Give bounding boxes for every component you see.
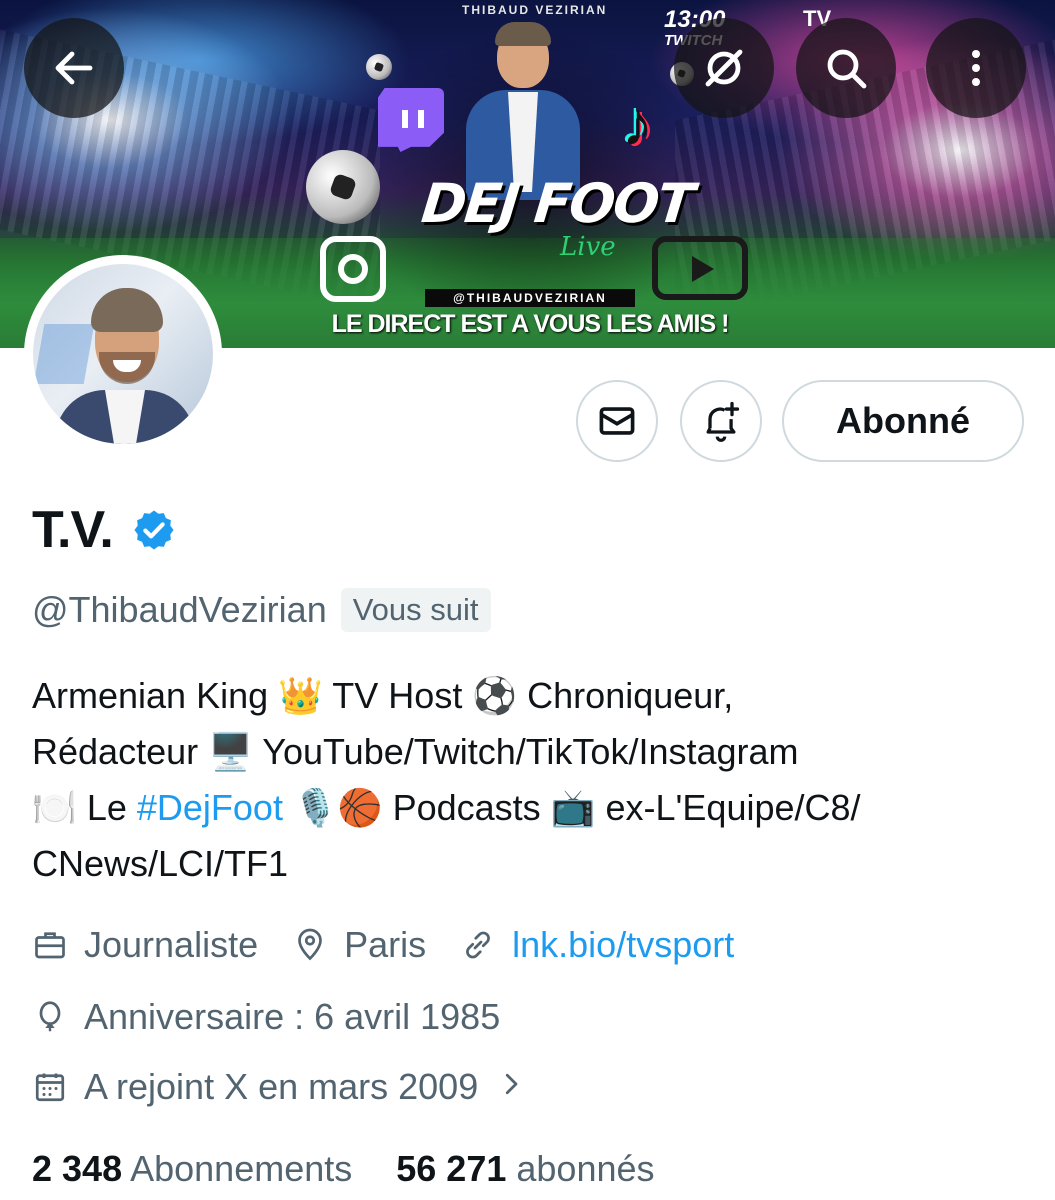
profile-meta-row: Journaliste Paris lnk.bio/tvsport: [32, 924, 768, 966]
user-handle: @ThibaudVezirian: [32, 589, 327, 630]
search-button[interactable]: [796, 18, 896, 118]
follows-you-badge: Vous suit: [340, 588, 491, 632]
banner-tagline: LE DIRECT EST A VOUS LES AMIS !: [331, 310, 730, 338]
banner-handle: @THIBAUDVEZIRIAN: [425, 289, 635, 307]
football-icon: [306, 150, 380, 224]
bio-line: Armenian King 👑 TV Host ⚽ Chroniqueur,: [32, 675, 734, 716]
website[interactable]: lnk.bio/tvsport: [460, 924, 734, 966]
chevron-right-icon: [478, 1066, 526, 1108]
search-icon: [827, 49, 867, 89]
joined-row[interactable]: A rejoint X en mars 2009: [32, 1066, 560, 1108]
grok-icon: [705, 49, 743, 87]
banner-title: DEJ FOOT: [418, 172, 696, 235]
following-count: 2 348: [32, 1148, 123, 1189]
following-stat[interactable]: 2 348 Abonnements: [32, 1148, 352, 1190]
calendar-icon: [35, 1073, 65, 1102]
instagram-icon: [320, 236, 386, 302]
football-icon: [366, 54, 392, 80]
bell-plus-icon: [706, 401, 740, 442]
link-icon: [466, 931, 491, 959]
avatar-photo: [33, 264, 213, 444]
following-label: Abonnements: [130, 1148, 353, 1189]
arrow-left-icon: [55, 51, 93, 85]
youtube-icon: [652, 236, 748, 300]
location: Paris: [292, 924, 426, 966]
twitch-icon: [378, 88, 444, 152]
joined-label: A rejoint X en mars 2009: [84, 1066, 479, 1107]
handle-row: @ThibaudVezirian Vous suit: [32, 588, 491, 632]
joined-date[interactable]: A rejoint X en mars 2009: [32, 1066, 526, 1108]
grok-button[interactable]: [674, 18, 774, 118]
bio-text: 🎙️🏀 Podcasts 📺 ex-L'Equipe/C8/: [282, 787, 861, 828]
birthday-label: Anniversaire : 6 avril 1985: [84, 996, 501, 1037]
birthday-row: Anniversaire : 6 avril 1985: [32, 996, 534, 1038]
more-vertical-icon: [972, 50, 980, 86]
banner-top-name: THIBAUD VEZIRIAN: [462, 3, 608, 17]
banner-host-photo: [462, 20, 582, 200]
notifications-button[interactable]: [680, 380, 762, 462]
balloon-icon: [39, 1001, 61, 1032]
location-pin-icon: [298, 928, 322, 961]
display-name-row: T.V.: [32, 500, 177, 560]
bio-text: 🍽️ Le: [32, 787, 137, 828]
display-name: T.V.: [32, 501, 114, 559]
tiktok-icon: ♪: [622, 90, 653, 159]
website-link[interactable]: lnk.bio/tvsport: [512, 924, 734, 966]
followers-count: 56 271: [396, 1148, 507, 1189]
bio: Armenian King 👑 TV Host ⚽ Chroniqueur, R…: [32, 668, 1032, 892]
banner-title-script: Live: [560, 232, 616, 262]
message-button[interactable]: [576, 380, 658, 462]
followers-label: abonnés: [516, 1148, 655, 1189]
location-label: Paris: [344, 924, 427, 965]
avatar[interactable]: [24, 255, 222, 453]
briefcase-icon: [35, 932, 65, 959]
profession-label: Journaliste: [84, 924, 259, 965]
bio-line: CNews/LCI/TF1: [32, 843, 289, 884]
back-button[interactable]: [24, 18, 124, 118]
followers-stat[interactable]: 56 271 abonnés: [396, 1148, 654, 1190]
bio-line: Rédacteur 🖥️ YouTube/Twitch/TikTok/Insta…: [32, 731, 799, 772]
more-options-button[interactable]: [926, 18, 1026, 118]
follow-stats: 2 348 Abonnements 56 271 abonnés: [32, 1148, 655, 1190]
following-button[interactable]: Abonné: [782, 380, 1024, 462]
birthday: Anniversaire : 6 avril 1985: [32, 996, 500, 1038]
profession: Journaliste: [32, 924, 258, 966]
bio-line: 🍽️ Le #DejFoot 🎙️🏀 Podcasts 📺 ex-L'Equip…: [32, 780, 1032, 836]
hashtag-link[interactable]: #DejFoot: [137, 787, 283, 828]
envelope-icon: [599, 407, 635, 435]
verified-badge-icon[interactable]: [131, 507, 177, 553]
